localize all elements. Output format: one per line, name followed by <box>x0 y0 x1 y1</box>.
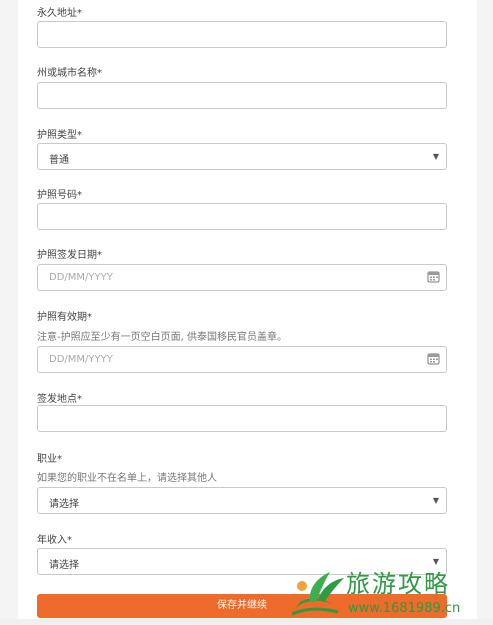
issue-date-placeholder: DD/MM/YYYY <box>49 272 113 283</box>
passport-type-label: 护照类型* <box>37 130 82 141</box>
left-margin <box>0 0 18 625</box>
occupation-select[interactable]: 请选择 ▼ <box>37 487 447 514</box>
passport-number-label: 护照号码* <box>37 190 82 201</box>
chevron-down-icon: ▼ <box>432 152 439 161</box>
occupation-note: 如果您的职业不在名单上，请选择其他人 <box>37 473 217 484</box>
occupation-value: 请选择 <box>49 499 79 510</box>
passport-form-page: 永久地址* 州或城市名称* 护照类型* 普通 ▼ 护照号码* 护照签发日期* D… <box>0 0 493 625</box>
state-city-input[interactable] <box>37 82 447 109</box>
passport-type-value: 普通 <box>49 155 69 166</box>
annual-income-value: 请选择 <box>49 560 79 571</box>
right-margin <box>477 0 493 625</box>
permanent-address-label: 永久地址* <box>37 8 82 19</box>
watermark-title: 旅游攻略 <box>346 570 450 598</box>
watermark: 旅游攻略 www.1681989.cn <box>286 562 493 625</box>
annual-income-label: 年收入* <box>37 535 72 546</box>
passport-type-select[interactable]: 普通 ▼ <box>37 143 447 170</box>
issue-place-input[interactable] <box>37 405 447 432</box>
state-city-label: 州或城市名称* <box>37 68 102 79</box>
watermark-logo-icon <box>291 572 344 616</box>
issue-date-label: 护照签发日期* <box>37 250 102 261</box>
expiry-date-placeholder: DD/MM/YYYY <box>49 354 113 365</box>
bottom-strip <box>0 619 493 625</box>
watermark-url: www.1681989.cn <box>348 601 461 616</box>
permanent-address-input[interactable] <box>37 21 447 48</box>
calendar-icon[interactable] <box>427 270 440 283</box>
issue-place-label: 签发地点* <box>37 394 82 405</box>
expiry-date-label: 护照有效期* <box>37 312 92 323</box>
passport-number-input[interactable] <box>37 203 447 230</box>
chevron-down-icon: ▼ <box>432 496 439 505</box>
expiry-date-input[interactable]: DD/MM/YYYY <box>37 346 447 373</box>
occupation-label: 职业* <box>37 454 62 465</box>
calendar-icon[interactable] <box>427 352 440 365</box>
expiry-date-note: 注意-护照应至少有一页空白页面, 供泰国移民官员盖章。 <box>37 332 287 343</box>
issue-date-input[interactable]: DD/MM/YYYY <box>37 264 447 291</box>
